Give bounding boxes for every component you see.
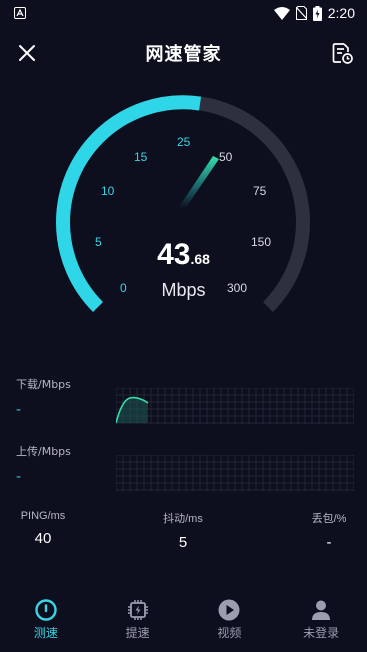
no-sim-icon [295,6,307,20]
speed-readout: 43.68 [0,238,367,272]
download-value: - [16,402,22,418]
loss-value: - [326,534,332,551]
status-time: 2:20 [327,5,355,21]
ping-value: 40 [34,530,52,547]
loss-stat: 丢包/% - [302,510,356,551]
wifi-icon [273,6,290,20]
nav-boost[interactable]: 提速 [92,598,184,652]
download-graph [116,388,354,424]
speed-unit: Mbps [161,280,206,300]
download-label: 下载/Mbps [16,378,71,391]
ping-label: PING/ms [20,510,66,522]
battery-charging-icon [312,5,322,21]
chip-icon [127,600,148,620]
gauge-tick-10: 10 [101,184,115,198]
nav-account[interactable]: 未登录 [275,598,367,652]
nav-video[interactable]: 视频 [184,598,276,652]
upload-value: - [16,469,22,485]
speed-integer: 43 [157,238,191,271]
upload-graph [116,455,354,491]
play-icon [218,599,240,621]
speedometer-icon [35,599,57,621]
history-icon[interactable] [329,40,355,66]
stats-row: PING/ms 40 抖动/ms 5 丢包/% - [0,510,367,560]
nav-video-label: 视频 [217,626,242,640]
nav-speedtest-label: 测速 [33,626,58,640]
gauge-needle [179,156,219,209]
loss-label: 丢包/% [311,513,347,525]
nav-account-label: 未登录 [303,626,340,640]
ping-stat: PING/ms 40 [14,510,72,547]
user-icon [312,600,331,620]
bottom-nav: 测速 提速 视频 未登录 [0,598,367,652]
nav-boost-label: 提速 [125,626,150,640]
header: 网速管家 [0,34,367,72]
speed-decimal: .68 [190,251,210,267]
gauge-tick-75: 75 [253,184,267,198]
jitter-value: 5 [178,534,188,551]
page-title: 网速管家 [145,44,222,65]
upload-label: 上传/Mbps [16,445,71,458]
gauge-tick-25: 25 [177,135,191,149]
status-bar: 2:20 [0,0,367,26]
speed-gauge: 0 5 10 15 25 50 75 150 300 43.68 Mbps [0,88,367,348]
nav-speedtest[interactable]: 测速 [0,598,92,652]
app-notification-icon [14,7,26,19]
jitter-label: 抖动/ms [163,513,203,525]
jitter-stat: 抖动/ms 5 [154,510,212,551]
gauge-tick-15: 15 [134,150,148,164]
gauge-tick-50: 50 [219,150,233,164]
